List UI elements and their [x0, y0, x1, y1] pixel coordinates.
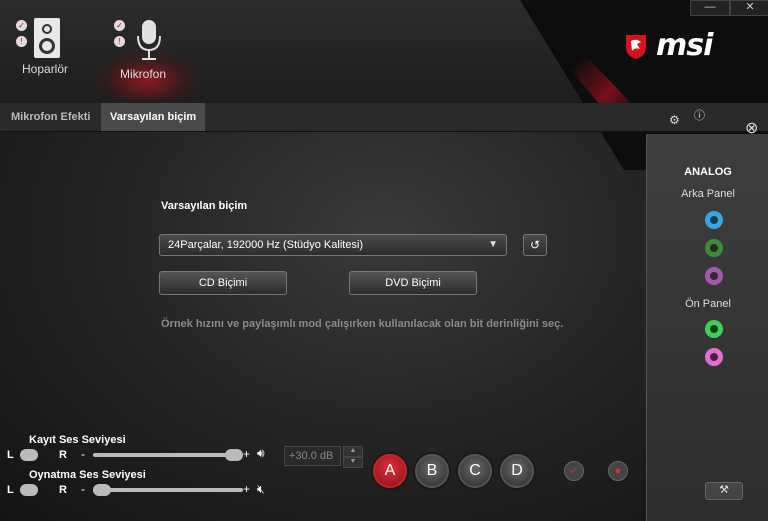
playback-plus[interactable]: +: [243, 482, 250, 496]
reset-button[interactable]: ↺: [523, 234, 547, 256]
logo-text: msi: [656, 28, 713, 63]
mic-button[interactable]: ●: [608, 461, 628, 481]
playback-right-label: R: [59, 484, 67, 496]
rear-panel-label: Arka Panel: [681, 188, 735, 200]
device-microphone[interactable]: ✓ ! Mikrofon: [114, 18, 167, 81]
db-down-button[interactable]: ▼: [343, 457, 363, 468]
playback-level-title: Oynatma Ses Seviyesi: [29, 469, 146, 481]
record-minus[interactable]: -: [81, 447, 85, 461]
format-description: Örnek hızını ve paylaşımlı mod çalışırke…: [161, 318, 564, 330]
record-left-label: L: [7, 449, 14, 461]
tools-button[interactable]: ⚒: [705, 482, 743, 500]
mute-badge-icon: !: [16, 36, 27, 47]
front-jack-pink[interactable]: [705, 348, 723, 366]
app-window: — ✕ msi ✓ ! Hoparlör ✓ ! Mikrofon Mikrof…: [0, 0, 768, 521]
status-badge-icon: ✓: [16, 20, 27, 31]
playback-volume-knob[interactable]: [93, 484, 111, 496]
record-right-label: R: [59, 449, 67, 461]
preset-c-button[interactable]: C: [458, 454, 492, 488]
device-speaker-label: Hoparlör: [22, 62, 69, 76]
check-icon: ✓: [569, 465, 579, 477]
microphone-icon: [137, 20, 161, 60]
record-plus[interactable]: +: [243, 447, 250, 461]
device-speaker[interactable]: ✓ ! Hoparlör: [16, 18, 69, 76]
playback-left-label: L: [7, 484, 14, 496]
format-heading: Varsayılan biçim: [161, 200, 248, 212]
wrench-icon: ⚒: [719, 484, 729, 496]
close-button[interactable]: ✕: [730, 0, 768, 16]
settings-gear-icon[interactable]: ⚙: [669, 113, 680, 127]
mute-badge-icon: !: [114, 36, 125, 47]
rear-jack-blue[interactable]: [705, 211, 723, 229]
mute-speaker-icon[interactable]: 🔇︎: [257, 482, 265, 497]
tab-mikrofon-efekti[interactable]: Mikrofon Efekti: [2, 103, 99, 131]
record-level-title: Kayıt Ses Seviyesi: [29, 434, 126, 446]
rear-jack-green[interactable]: [705, 239, 723, 257]
status-badge-icon: ✓: [114, 20, 125, 31]
tab-bar: Mikrofon Efekti Varsayılan biçim: [0, 103, 768, 132]
microphone-small-icon: ●: [614, 465, 622, 477]
speaker-volume-icon[interactable]: 🔊︎: [257, 446, 265, 461]
playback-balance-knob[interactable]: [20, 484, 38, 496]
front-jack-green[interactable]: [705, 320, 723, 338]
record-volume-knob[interactable]: [225, 449, 243, 461]
msi-logo: msi: [622, 28, 713, 63]
cd-format-button[interactable]: CD Biçimi: [159, 271, 287, 295]
format-select-value: 24Parçalar, 192000 Hz (Stüdyo Kalitesi): [168, 239, 364, 251]
analog-panel: ⊗ ANALOG Arka Panel Ön Panel: [646, 120, 768, 521]
record-balance-knob[interactable]: [20, 449, 38, 461]
tab-varsayilan-bicim[interactable]: Varsayılan biçim: [101, 103, 206, 131]
info-icon[interactable]: ⓘ: [694, 107, 705, 123]
reset-icon: ↺: [529, 238, 541, 252]
playback-minus[interactable]: -: [81, 482, 85, 496]
rear-jack-pink[interactable]: [705, 267, 723, 285]
db-up-button[interactable]: ▲: [343, 446, 363, 457]
speaker-icon: [34, 18, 60, 58]
front-panel-label: Ön Panel: [685, 298, 731, 310]
dvd-format-button[interactable]: DVD Biçimi: [349, 271, 477, 295]
preset-a-button[interactable]: A: [373, 454, 407, 488]
dragon-shield-icon: [626, 34, 646, 59]
preset-b-button[interactable]: B: [415, 454, 449, 488]
db-value-field[interactable]: +30.0 dB: [284, 446, 341, 466]
format-select[interactable]: 24Parçalar, 192000 Hz (Stüdyo Kalitesi) …: [159, 234, 507, 256]
chevron-down-icon: ▼: [488, 239, 498, 250]
analog-title: ANALOG: [684, 166, 732, 178]
record-volume-track[interactable]: [93, 453, 243, 457]
check-button[interactable]: ✓: [564, 461, 584, 481]
preset-d-button[interactable]: D: [500, 454, 534, 488]
minimize-button[interactable]: —: [690, 0, 730, 16]
device-microphone-label: Mikrofon: [120, 67, 167, 81]
playback-volume-track[interactable]: [93, 488, 243, 492]
connector-settings-icon[interactable]: ⊗: [745, 118, 758, 138]
